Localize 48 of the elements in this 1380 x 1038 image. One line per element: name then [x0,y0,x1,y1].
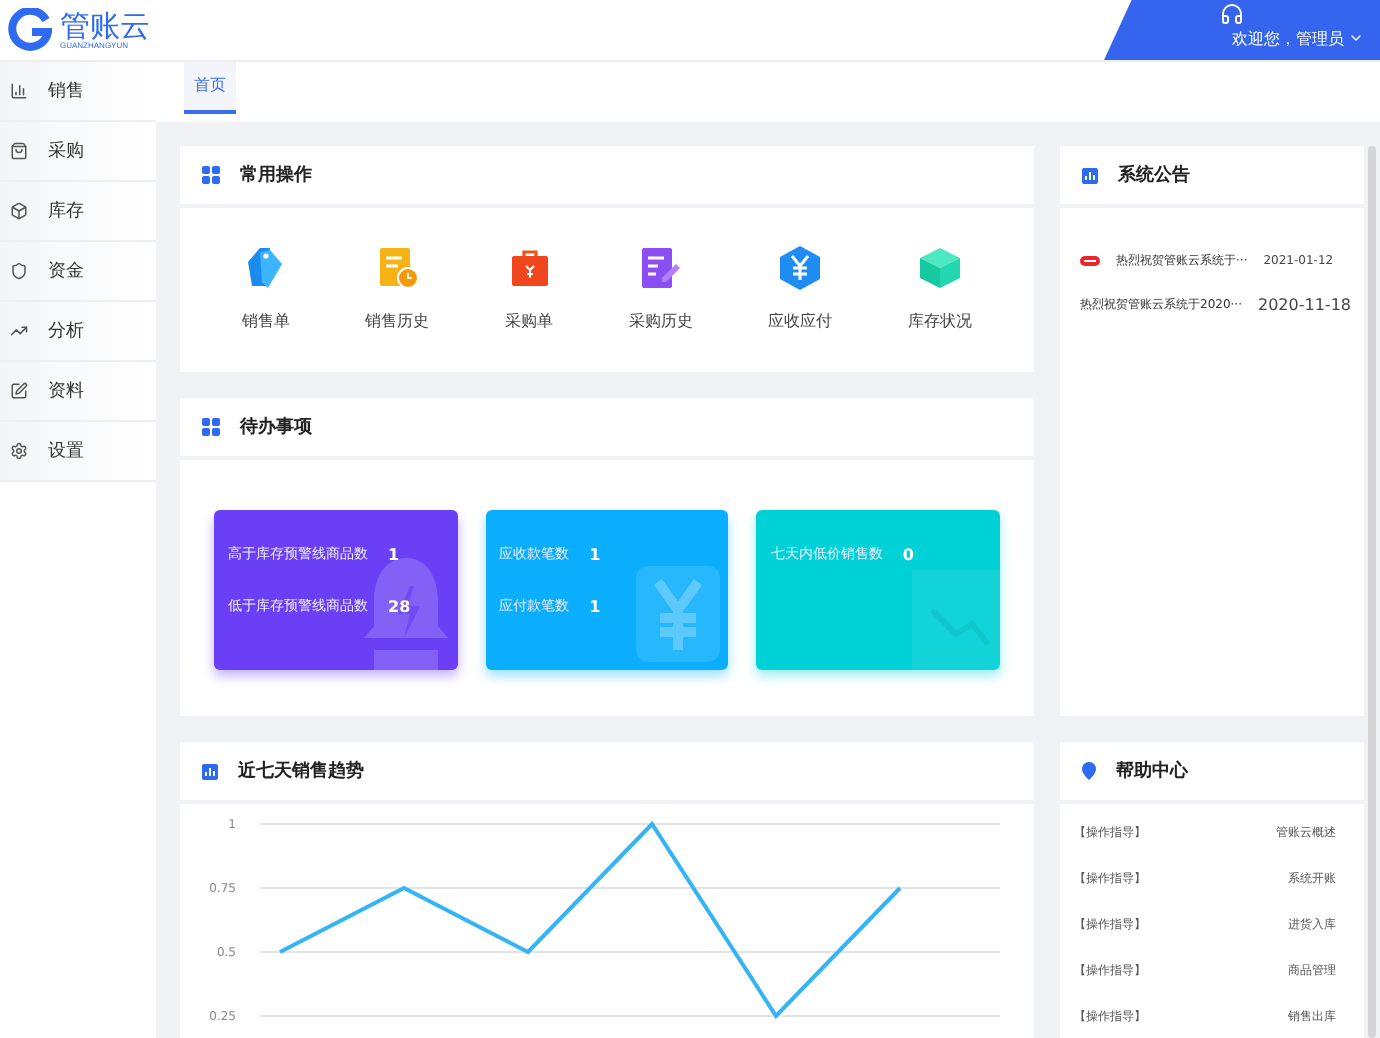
tab[interactable]: 首页 [184,62,236,114]
pin-icon [1082,762,1096,780]
sidebar-item[interactable]: 分析 [0,302,156,362]
stat-value: 1 [589,597,601,615]
logo-icon [8,8,52,52]
sidebar-item[interactable]: 销售 [0,62,156,122]
trend-down-icon [912,570,1001,670]
bar-chart-icon [10,82,28,100]
scrollbar[interactable] [1368,146,1376,1038]
sidebar-item[interactable]: 资料 [0,362,156,422]
quick-action[interactable]: 采购单 [505,244,554,332]
quick-action[interactable]: 销售历史 [365,244,430,332]
trend-icon [10,322,28,340]
yen-hexagon-icon [776,244,825,292]
stat-value: 0 [902,545,914,563]
yen-icon [636,566,721,666]
card-title: 系统公告 [1118,162,1190,188]
box-icon [10,202,28,220]
announcement-date: 2020-11-18 [1258,296,1351,314]
quick-action[interactable]: 库存状况 [908,244,973,332]
stat-value: 28 [388,597,411,615]
sidebar-item[interactable]: 设置 [0,422,156,482]
card-title: 待办事项 [240,414,312,440]
headset-icon[interactable] [1220,2,1244,26]
user-menu[interactable]: 欢迎您，管理员 [1232,27,1364,49]
gear-icon [10,442,28,460]
chart-icon [202,763,218,779]
sidebar-item[interactable]: 采购 [0,122,156,182]
card-title: 常用操作 [240,162,312,188]
card-title: 近七天销售趋势 [238,758,364,784]
quick-action[interactable]: 采购历史 [628,244,693,332]
card-title: 帮助中心 [1116,758,1188,784]
sidebar-item[interactable]: 库存 [0,182,156,242]
sidebar-item[interactable]: 资金 [0,242,156,302]
bag-icon [10,142,28,160]
stat-value: 1 [589,545,601,563]
caret-icon [1348,30,1364,46]
logo-text: 管账云 [60,11,150,41]
chart-icon [1082,167,1098,183]
document-edit-icon [636,244,685,292]
cube-icon [916,244,965,292]
quick-action[interactable]: 销售单 [241,244,290,332]
edit-icon [10,382,28,400]
stat-value: 1 [388,545,400,563]
grid-icon [202,166,220,184]
grid-icon [202,418,220,436]
quick-action[interactable]: 应收应付 [768,244,833,332]
shield-icon [10,262,28,280]
